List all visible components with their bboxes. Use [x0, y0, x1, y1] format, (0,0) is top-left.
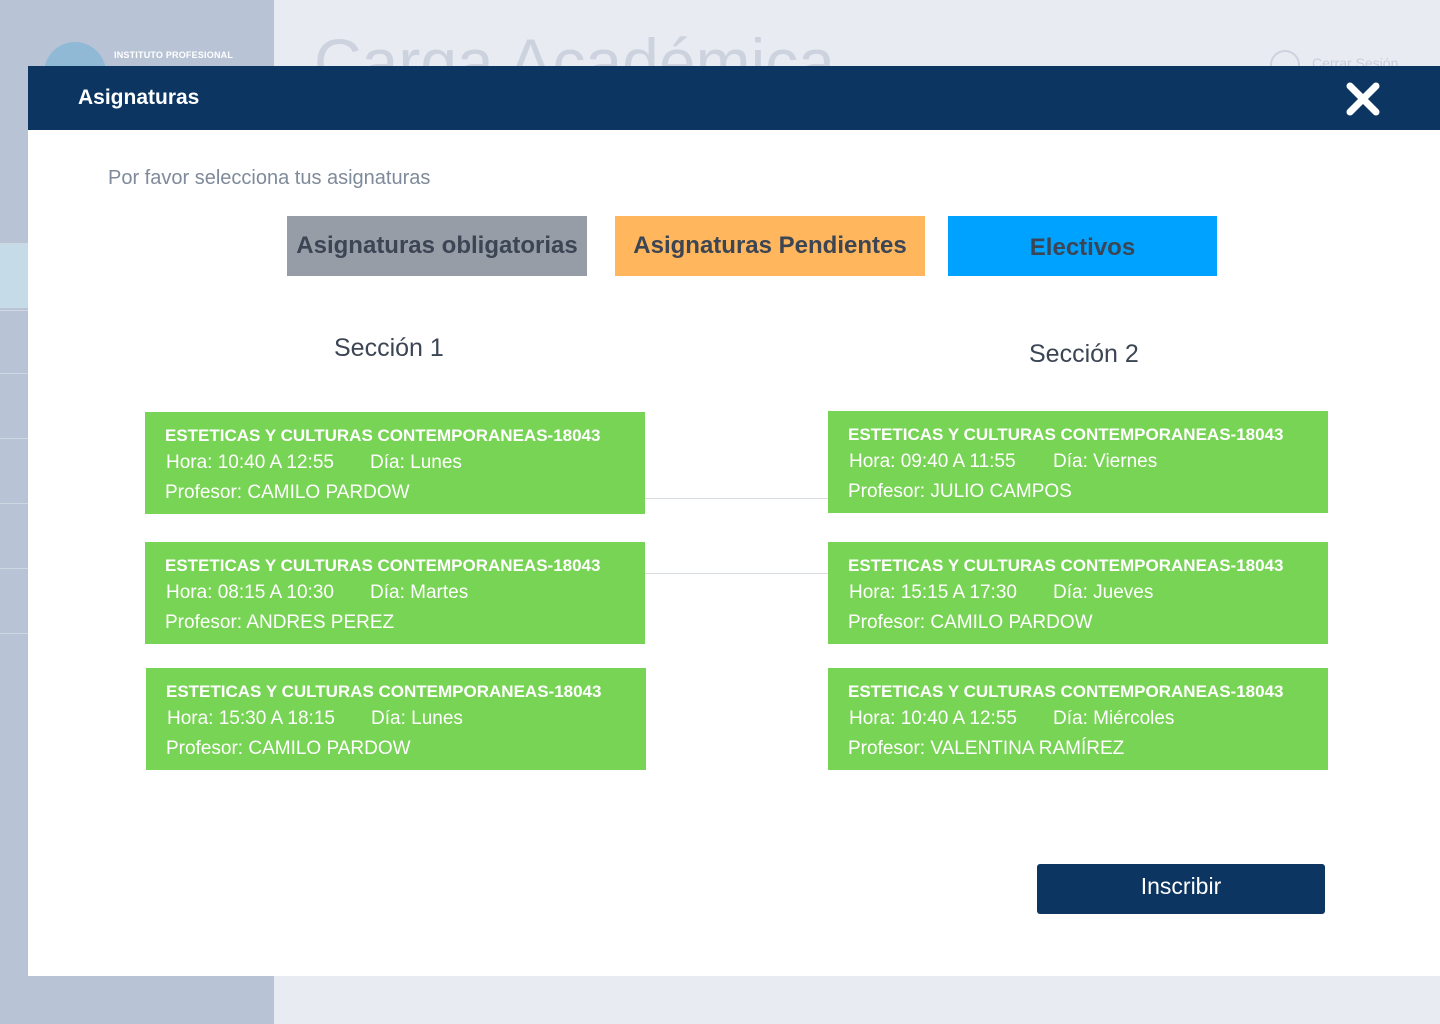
modal-title: Asignaturas: [78, 86, 200, 109]
modal-header: Asignaturas: [28, 66, 1440, 130]
course-name: ESTETICAS Y CULTURAS CONTEMPORANEAS-1804…: [165, 556, 601, 575]
course-name: ESTETICAS Y CULTURAS CONTEMPORANEAS-1804…: [165, 426, 601, 445]
institute-logo-text: INSTITUTO PROFESIONAL: [114, 50, 234, 60]
tab-electivos[interactable]: Electivos: [948, 216, 1217, 276]
course-card[interactable]: ESTETICAS Y CULTURAS CONTEMPORANEAS-1804…: [828, 411, 1328, 513]
subjects-modal: Asignaturas Por favor selecciona tus asi…: [28, 66, 1440, 976]
course-card[interactable]: ESTETICAS Y CULTURAS CONTEMPORANEAS-1804…: [145, 412, 645, 514]
course-name: ESTETICAS Y CULTURAS CONTEMPORANEAS-1804…: [848, 682, 1284, 701]
inscribir-button-label: Inscribir: [1140, 872, 1222, 899]
course-professor: Profesor: CAMILO PARDOW: [848, 612, 1093, 633]
tab-asignaturas-pendientes[interactable]: Asignaturas Pendientes: [615, 216, 925, 276]
tab-asignaturas-obligatorias[interactable]: Asignaturas obligatorias: [287, 216, 587, 276]
course-card[interactable]: ESTETICAS Y CULTURAS CONTEMPORANEAS-1804…: [828, 668, 1328, 770]
course-professor: Profesor: JULIO CAMPOS: [848, 481, 1072, 502]
close-icon: [1346, 82, 1380, 116]
course-name: ESTETICAS Y CULTURAS CONTEMPORANEAS-1804…: [848, 556, 1284, 575]
course-time: Hora: 15:30 A 18:15: [167, 708, 335, 729]
course-name: ESTETICAS Y CULTURAS CONTEMPORANEAS-1804…: [166, 682, 602, 701]
course-time: Hora: 10:40 A 12:55: [166, 452, 334, 473]
divider-line: [645, 573, 828, 574]
course-professor: Profesor: CAMILO PARDOW: [165, 482, 410, 503]
course-professor: Profesor: CAMILO PARDOW: [166, 738, 411, 759]
close-button[interactable]: [1344, 80, 1382, 118]
course-day: Día: Miércoles: [1053, 708, 1175, 729]
course-time: Hora: 10:40 A 12:55: [849, 708, 1017, 729]
course-name: ESTETICAS Y CULTURAS CONTEMPORANEAS-1804…: [848, 425, 1284, 444]
course-time: Hora: 09:40 A 11:55: [849, 451, 1016, 472]
course-day: Día: Jueves: [1053, 582, 1154, 603]
course-day: Día: Lunes: [370, 452, 462, 473]
course-professor: Profesor: VALENTINA RAMÍREZ: [848, 738, 1125, 759]
course-card[interactable]: ESTETICAS Y CULTURAS CONTEMPORANEAS-1804…: [146, 668, 646, 770]
modal-subtitle: Por favor selecciona tus asignaturas: [108, 167, 431, 189]
course-time: Hora: 08:15 A 10:30: [166, 582, 334, 603]
course-card[interactable]: ESTETICAS Y CULTURAS CONTEMPORANEAS-1804…: [145, 542, 645, 644]
inscribir-button[interactable]: Inscribir: [1037, 864, 1325, 914]
section-1-title: Sección 1: [334, 334, 444, 362]
course-day: Día: Viernes: [1053, 451, 1158, 472]
course-time: Hora: 15:15 A 17:30: [849, 582, 1017, 603]
tab-electivos-label: Electivos: [1029, 234, 1136, 261]
course-day: Día: Martes: [370, 582, 469, 603]
course-professor: Profesor: ANDRES PEREZ: [165, 612, 395, 633]
section-2-title: Sección 2: [1029, 340, 1139, 368]
course-day: Día: Lunes: [371, 708, 463, 729]
course-card[interactable]: ESTETICAS Y CULTURAS CONTEMPORANEAS-1804…: [828, 542, 1328, 644]
divider-line: [645, 498, 828, 499]
